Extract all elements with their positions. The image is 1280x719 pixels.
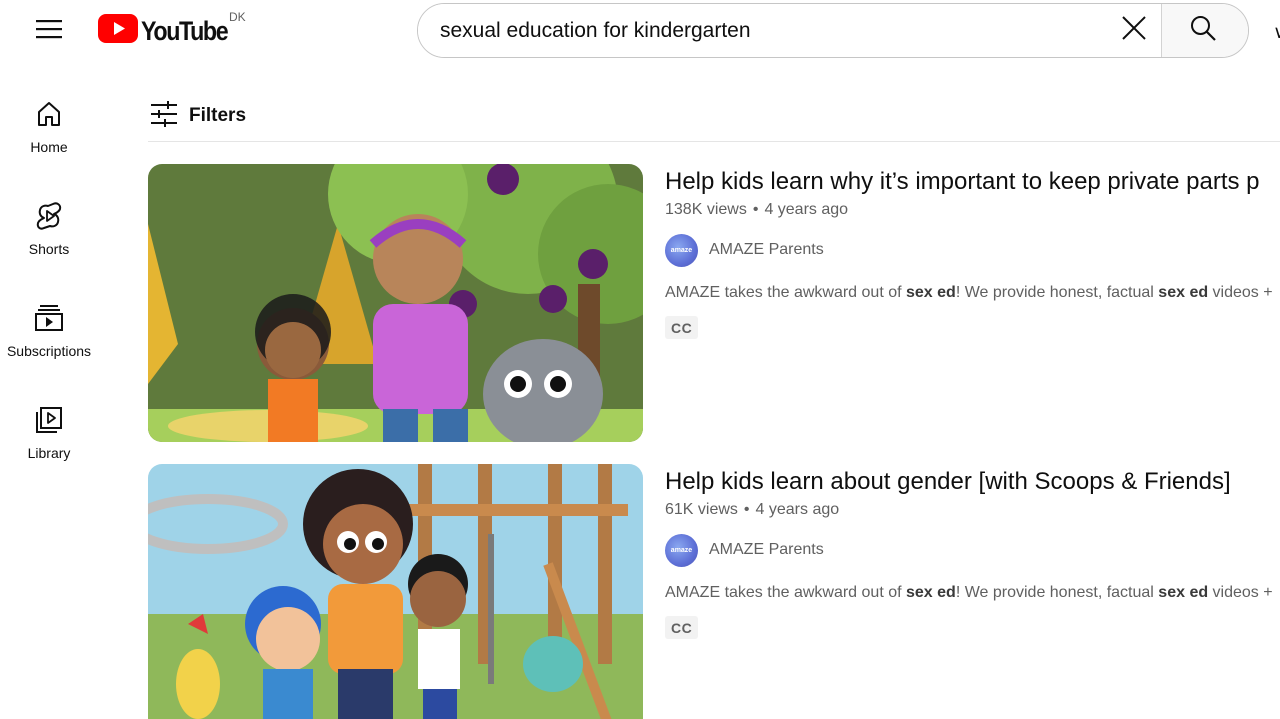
sidebar-item-label: Home [30,139,68,155]
filters-button[interactable]: Filters [150,98,246,134]
logo-wordmark: YouTube [141,15,229,46]
sidebar-item-library[interactable]: Library [0,394,98,480]
sidebar-item-label: Subscriptions [6,343,92,359]
channel-name: AMAZE Parents [709,541,824,558]
video-result: Help kids learn why it’s important to ke… [148,164,1280,444]
video-title[interactable]: Help kids learn about gender [with Scoop… [665,467,1280,497]
video-thumbnail[interactable] [148,464,643,719]
filter-sliders-icon [150,100,178,132]
video-thumbnail[interactable] [148,164,643,442]
guide-menu-button[interactable] [28,10,70,52]
chevron-down-icon[interactable]: ∨ [1273,22,1280,43]
video-description: AMAZE takes the awkward out of sex ed! W… [665,284,1273,301]
upload-age: 4 years ago [755,501,840,518]
masthead: YouTube DK ∨ [0,0,1280,62]
channel-name: AMAZE Parents [709,241,824,258]
cc-badge: CC [665,316,699,339]
channel-link[interactable]: amaze AMAZE Parents [665,533,1280,567]
library-icon [34,405,64,435]
view-count: 61K views [665,501,738,518]
home-icon [34,99,64,129]
sidebar-item-subscriptions[interactable]: Subscriptions [0,292,98,378]
video-stats: 138K views • 4 years ago [665,201,849,218]
channel-link[interactable]: amaze AMAZE Parents [665,233,1280,267]
cc-badge: CC [665,616,699,639]
subscriptions-icon [34,303,64,333]
youtube-play-icon [98,14,138,48]
divider [148,141,1280,142]
hamburger-icon [35,18,63,45]
view-count: 138K views [665,201,747,218]
filters-label: Filters [189,105,247,126]
close-icon [1121,15,1147,46]
sidebar-item-shorts[interactable]: Shorts [0,190,98,276]
shorts-icon [34,201,64,231]
clear-search-button[interactable] [1107,4,1161,57]
upload-age: 4 years ago [764,201,849,218]
search-icon [1189,14,1217,47]
avatar: amaze [665,233,698,267]
country-code: DK [229,10,246,24]
video-description: AMAZE takes the awkward out of sex ed! W… [665,584,1273,601]
search-input[interactable] [418,4,1107,57]
video-stats: 61K views • 4 years ago [665,501,840,518]
sidebar-item-label: Library [27,445,71,461]
sidebar-item-label: Shorts [28,241,70,257]
avatar: amaze [665,533,698,567]
video-meta: Help kids learn about gender [with Scoop… [665,464,1280,639]
search-button[interactable] [1161,4,1248,57]
search-box [417,3,1249,58]
youtube-logo[interactable]: YouTube [98,14,241,48]
video-result: Help kids learn about gender [with Scoop… [148,464,1280,719]
sidebar-item-home[interactable]: Home [0,88,98,174]
video-meta: Help kids learn why it’s important to ke… [665,164,1280,339]
video-title[interactable]: Help kids learn why it’s important to ke… [665,167,1280,197]
